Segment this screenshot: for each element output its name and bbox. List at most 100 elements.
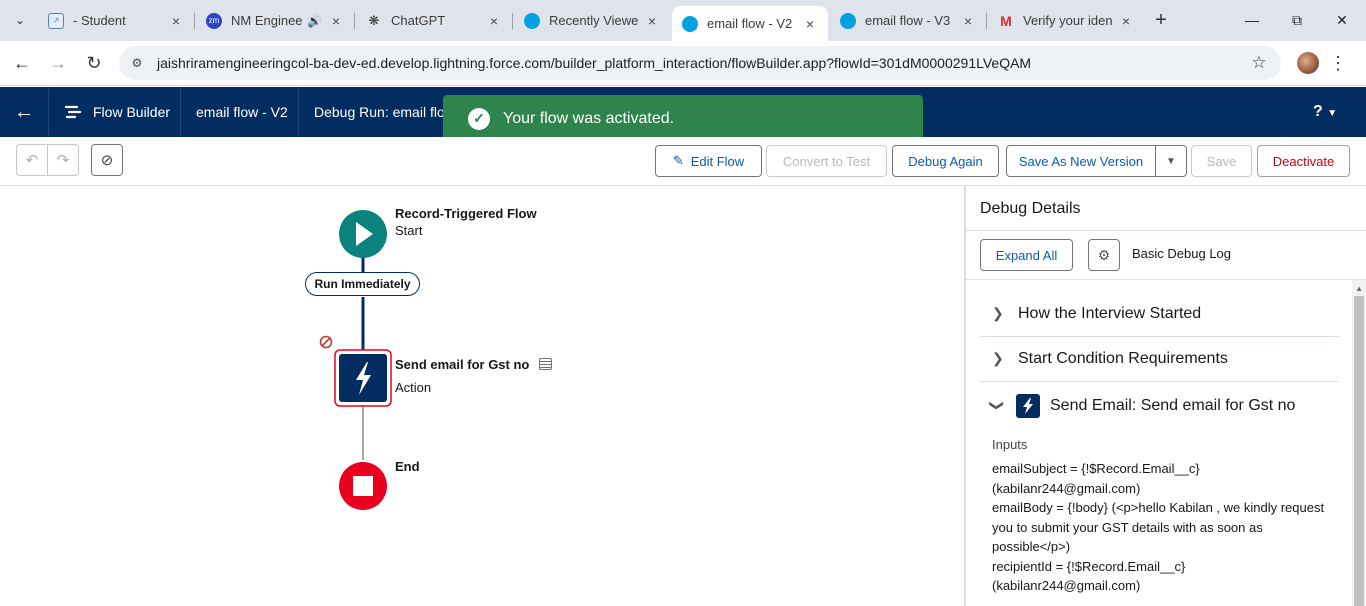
debug-again-label: Debug Again <box>908 153 983 169</box>
tab-search-icon[interactable]: ⌄ <box>8 8 32 32</box>
debug-run-title: Debug Run: email flow <box>314 104 455 120</box>
save-options-dropdown[interactable]: ▼ <box>1155 145 1187 177</box>
divider <box>966 230 1366 231</box>
lightning-icon <box>1016 394 1040 418</box>
panel-title: Debug Details <box>980 200 1081 217</box>
close-icon[interactable]: × <box>486 13 502 29</box>
section-title: Start Condition Requirements <box>1018 350 1228 367</box>
tab-separator <box>354 13 355 29</box>
chatgpt-icon: ❋ <box>368 12 380 28</box>
close-icon[interactable]: × <box>328 13 344 29</box>
browser-toolbar: ← → ↻ ⚙ jaishriramengineeringcol-ba-dev-… <box>0 41 1366 86</box>
tab-separator <box>512 13 513 29</box>
close-icon[interactable]: × <box>802 16 818 32</box>
browser-tab[interactable]: zm NM Engineering 🔊 × <box>196 6 354 35</box>
save-as-new-version-label: Save As New Version <box>1018 153 1144 169</box>
app-name: Flow Builder <box>93 104 171 120</box>
address-bar[interactable]: ⚙ jaishriramengineeringcol-ba-dev-ed.dev… <box>119 46 1281 80</box>
chevron-down-icon: ▼ <box>1166 155 1176 167</box>
expand-all-label: Expand All <box>995 247 1058 263</box>
run-immediately-label: Run Immediately <box>314 277 411 291</box>
success-toast: ✓ Your flow was activated. <box>443 95 923 142</box>
debug-details-panel: Debug Details Expand All ⚙ Basic Debug L… <box>964 186 1366 606</box>
student-icon: ↗ <box>48 12 64 29</box>
tab-title: Verify your identity <box>1023 13 1112 28</box>
input-line: emailSubject = {!$Record.Email__c} <box>992 461 1200 476</box>
close-icon[interactable]: × <box>960 13 976 29</box>
close-icon[interactable]: × <box>644 13 660 29</box>
flow-title: email flow - V2 <box>196 104 288 120</box>
section-title: Send Email: Send email for Gst no <box>1050 397 1296 414</box>
tab-title: email flow - V2 <box>707 16 793 31</box>
section-start-condition-requirements[interactable]: ❯ Start Condition Requirements <box>980 337 1339 382</box>
end-node-title: End <box>395 459 420 474</box>
chevron-right-icon: ❯ <box>992 350 1004 366</box>
close-icon[interactable]: × <box>168 13 184 29</box>
section-title: How the Interview Started <box>1018 305 1202 322</box>
minimize-icon[interactable]: — <box>1240 8 1264 32</box>
header-divider <box>298 87 299 137</box>
end-node-label: End <box>395 459 420 474</box>
debug-log-label: Basic Debug Log <box>1132 246 1232 261</box>
profile-avatar[interactable] <box>1297 52 1319 74</box>
tab-title: ChatGPT <box>391 13 446 28</box>
tab-title: - Student <box>73 13 126 28</box>
gear-icon[interactable]: ⚙ <box>1088 239 1120 271</box>
edit-flow-label: Edit Flow <box>690 153 745 169</box>
expand-all-button[interactable]: Expand All <box>980 239 1073 271</box>
input-line: (kabilanr244@gmail.com) <box>992 578 1141 593</box>
deactivate-button[interactable]: Deactivate <box>1257 145 1350 177</box>
browser-tab[interactable]: ❋ ChatGPT × <box>356 6 512 35</box>
flow-diagram <box>319 210 392 510</box>
speaker-icon[interactable]: 🔊 <box>307 14 322 28</box>
back-icon[interactable]: ← <box>11 52 33 74</box>
scrollbar-thumb[interactable] <box>1354 296 1364 606</box>
browser-menu-icon[interactable]: ⋮ <box>1329 52 1347 74</box>
chevron-right-icon: ❯ <box>992 305 1004 321</box>
chevron-down-icon: ❯ <box>989 399 1006 412</box>
save-button[interactable]: Save <box>1191 145 1252 177</box>
deactivate-label: Deactivate <box>1272 153 1335 169</box>
close-icon[interactable]: × <box>1118 13 1134 29</box>
gmail-icon: M <box>1000 12 1012 29</box>
browser-tab[interactable]: email flow - V3 × <box>830 6 986 35</box>
bookmark-star-icon[interactable]: ☆ <box>1249 53 1269 73</box>
start-node-title: Record-Triggered Flow <box>395 206 537 221</box>
input-line: (kabilanr244@gmail.com) <box>992 480 1141 496</box>
action-node-subtitle: Action <box>395 380 432 395</box>
redo-icon[interactable]: ↷ <box>47 144 79 176</box>
section-how-interview-started[interactable]: ❯ How the Interview Started <box>980 292 1339 337</box>
new-tab-icon[interactable]: + <box>1150 9 1172 31</box>
edit-flow-button[interactable]: ✎ Edit Flow <box>655 145 762 177</box>
browser-tab-active[interactable]: email flow - V2 × <box>672 6 828 41</box>
cancel-debug-icon[interactable]: ⊘ <box>91 144 123 176</box>
undo-icon[interactable]: ↶ <box>16 144 48 176</box>
browser-tab[interactable]: Recently Viewed × <box>514 6 670 35</box>
description-icon[interactable] <box>538 358 552 370</box>
debug-again-button[interactable]: Debug Again <box>892 145 999 177</box>
check-icon: ✓ <box>468 107 490 130</box>
window-close-icon[interactable]: ✕ <box>1330 8 1354 32</box>
help-menu[interactable]: ? ▼ <box>1313 103 1337 121</box>
flow-canvas[interactable]: Run Immediately Record-Triggered Flow St… <box>0 186 964 606</box>
salesforce-icon <box>682 15 698 32</box>
tab-title: Recently Viewed <box>549 13 638 28</box>
run-immediately-badge: Run Immediately <box>305 272 420 296</box>
save-as-new-version-button[interactable]: Save As New Version <box>1006 145 1156 177</box>
scroll-up-icon[interactable]: ▲ <box>1355 284 1363 293</box>
convert-to-test-label: Convert to Test <box>782 153 871 169</box>
url-text[interactable]: jaishriramengineeringcol-ba-dev-ed.devel… <box>157 55 1031 71</box>
convert-to-test-button[interactable]: Convert to Test <box>766 145 887 177</box>
restore-icon[interactable]: ⧉ <box>1285 8 1309 32</box>
site-settings-icon[interactable]: ⚙ <box>129 55 145 71</box>
section-send-email[interactable]: ❯ Send Email: Send email for Gst no <box>980 382 1339 430</box>
flow-builder-logo-icon <box>64 105 82 119</box>
forward-icon[interactable]: → <box>47 52 69 74</box>
browser-tab[interactable]: M Verify your identity × <box>988 6 1144 35</box>
start-node-label: Record-Triggered Flow <box>395 206 537 221</box>
browser-tab-strip: ⌄ ↗ - Student × zm NM Engineering 🔊 × ❋ … <box>0 0 1366 41</box>
reload-icon[interactable]: ↻ <box>83 52 105 74</box>
zoom-icon: zm <box>206 12 222 29</box>
browser-tab[interactable]: ↗ - Student × <box>38 6 194 35</box>
back-arrow-icon[interactable]: ← <box>0 87 49 137</box>
